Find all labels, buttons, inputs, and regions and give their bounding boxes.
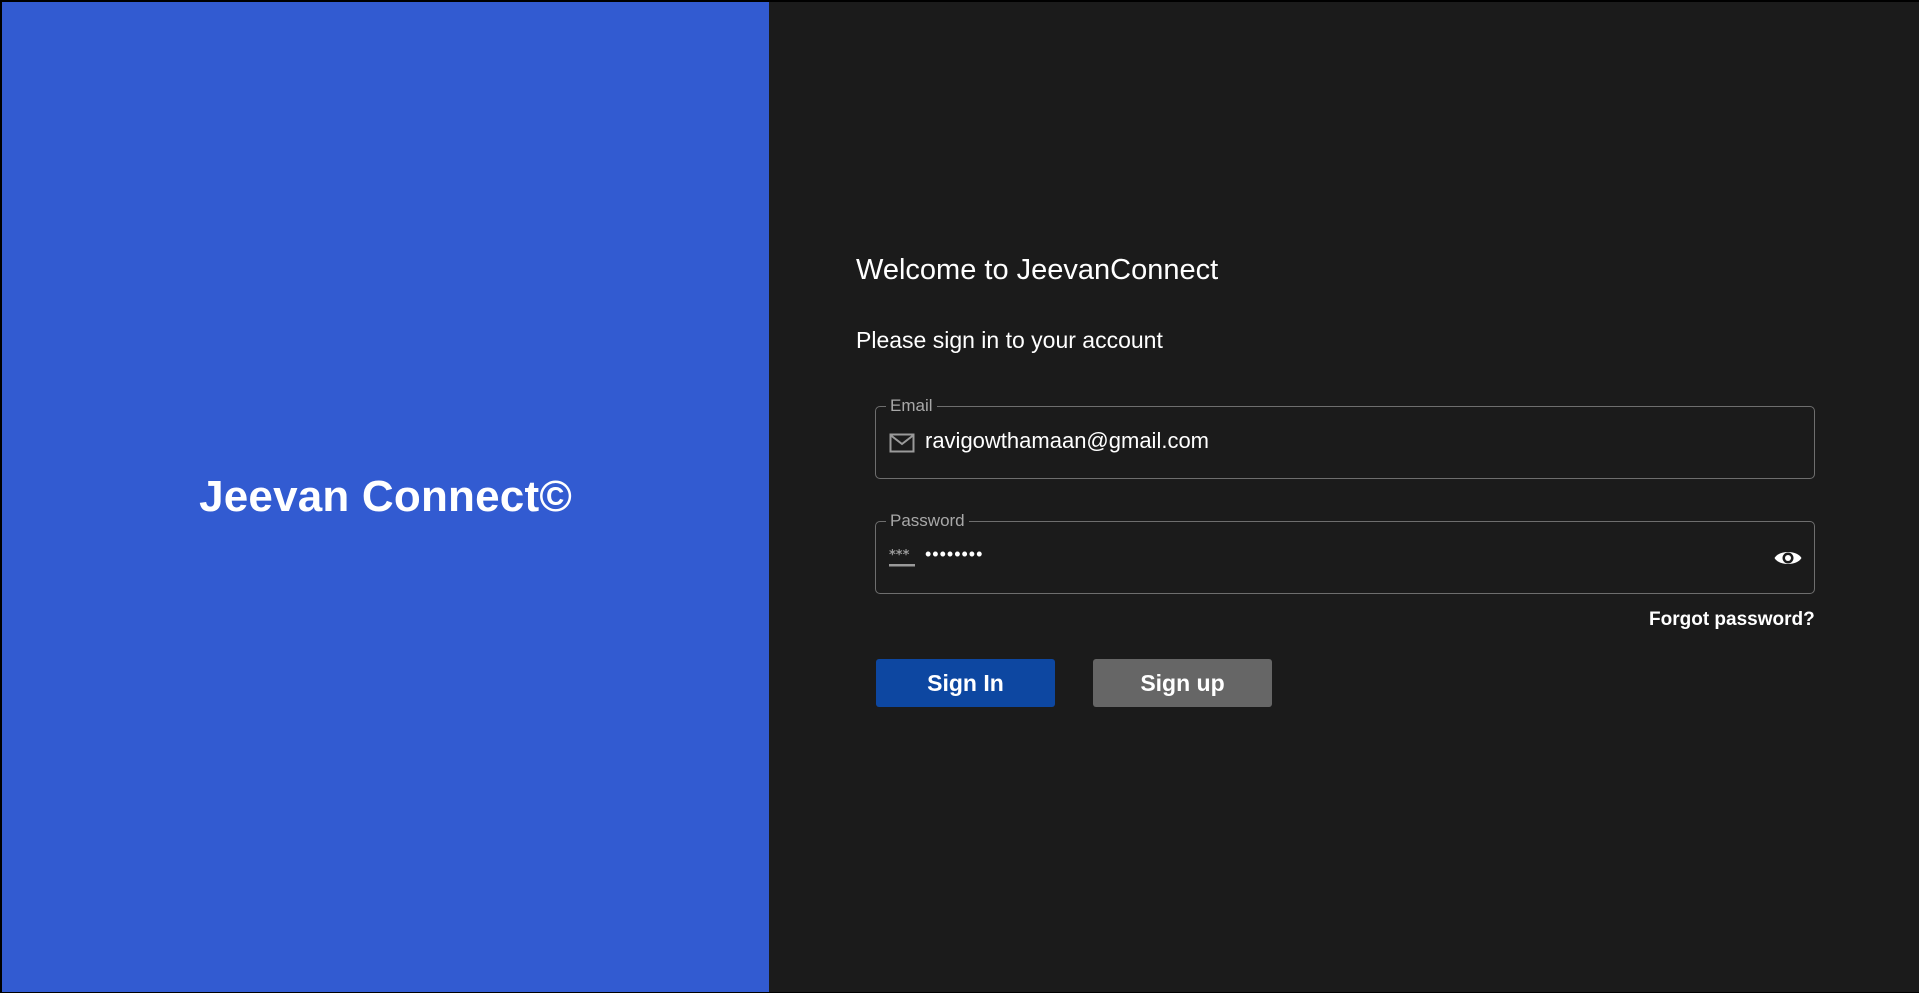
password-label: Password bbox=[886, 512, 969, 530]
welcome-heading: Welcome to JeevanConnect bbox=[856, 254, 1219, 286]
app-window: Jeevan Connect© Welcome to JeevanConnect… bbox=[0, 0, 1919, 993]
signin-subtitle: Please sign in to your account bbox=[856, 327, 1163, 353]
password-field[interactable]: Password *** •••••••• bbox=[875, 512, 1815, 594]
eye-icon[interactable] bbox=[1772, 544, 1804, 572]
brand-panel: Jeevan Connect© bbox=[2, 2, 769, 992]
forgot-password-link[interactable]: Forgot password? bbox=[1649, 609, 1815, 631]
email-input[interactable] bbox=[925, 426, 1745, 456]
svg-text:***: *** bbox=[889, 548, 910, 563]
login-panel: Welcome to JeevanConnect Please sign in … bbox=[769, 2, 1919, 992]
email-label: Email bbox=[886, 397, 937, 415]
sign-up-button[interactable]: Sign up bbox=[1093, 659, 1272, 707]
brand-title: Jeevan Connect© bbox=[199, 472, 572, 521]
password-icon: *** bbox=[888, 546, 916, 570]
mail-icon bbox=[888, 431, 916, 455]
password-input[interactable]: •••••••• bbox=[925, 539, 1745, 569]
sign-in-button[interactable]: Sign In bbox=[876, 659, 1055, 707]
email-field[interactable]: Email bbox=[875, 397, 1815, 479]
